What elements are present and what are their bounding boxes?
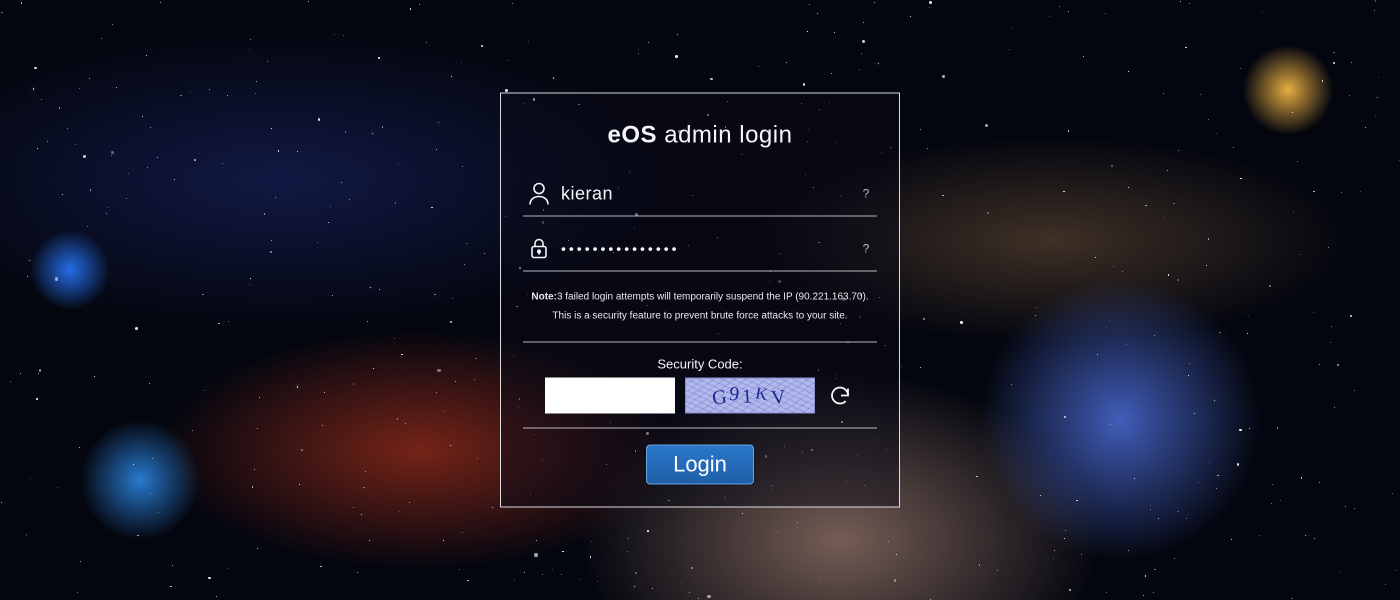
username-field: ? [523,176,877,217]
captcha-row: G91KV [523,378,877,429]
password-input[interactable] [553,241,857,257]
brand-name: eOS [608,122,658,149]
captcha-image: G91KV [685,378,815,414]
refresh-captcha-icon[interactable] [825,381,855,411]
security-note: Note:3 failed login attempts will tempor… [523,286,877,343]
user-icon [525,182,553,206]
security-code-label: Security Code: [523,357,877,372]
login-title: eOS admin login [523,122,877,150]
password-help-icon[interactable]: ? [857,242,875,256]
note-line-1: 3 failed login attempts will temporarily… [557,292,869,303]
note-prefix: Note: [531,292,557,303]
password-field: ? [523,231,877,272]
username-input[interactable] [553,183,857,204]
note-line-2: This is a security feature to prevent br… [552,311,847,322]
username-help-icon[interactable]: ? [857,187,875,201]
captcha-input[interactable] [545,378,675,414]
lock-icon [525,237,553,261]
login-panel: eOS admin login ? ? Note:3 failed login … [500,93,900,508]
login-button[interactable]: Login [646,445,754,485]
title-suffix: admin login [657,122,792,149]
